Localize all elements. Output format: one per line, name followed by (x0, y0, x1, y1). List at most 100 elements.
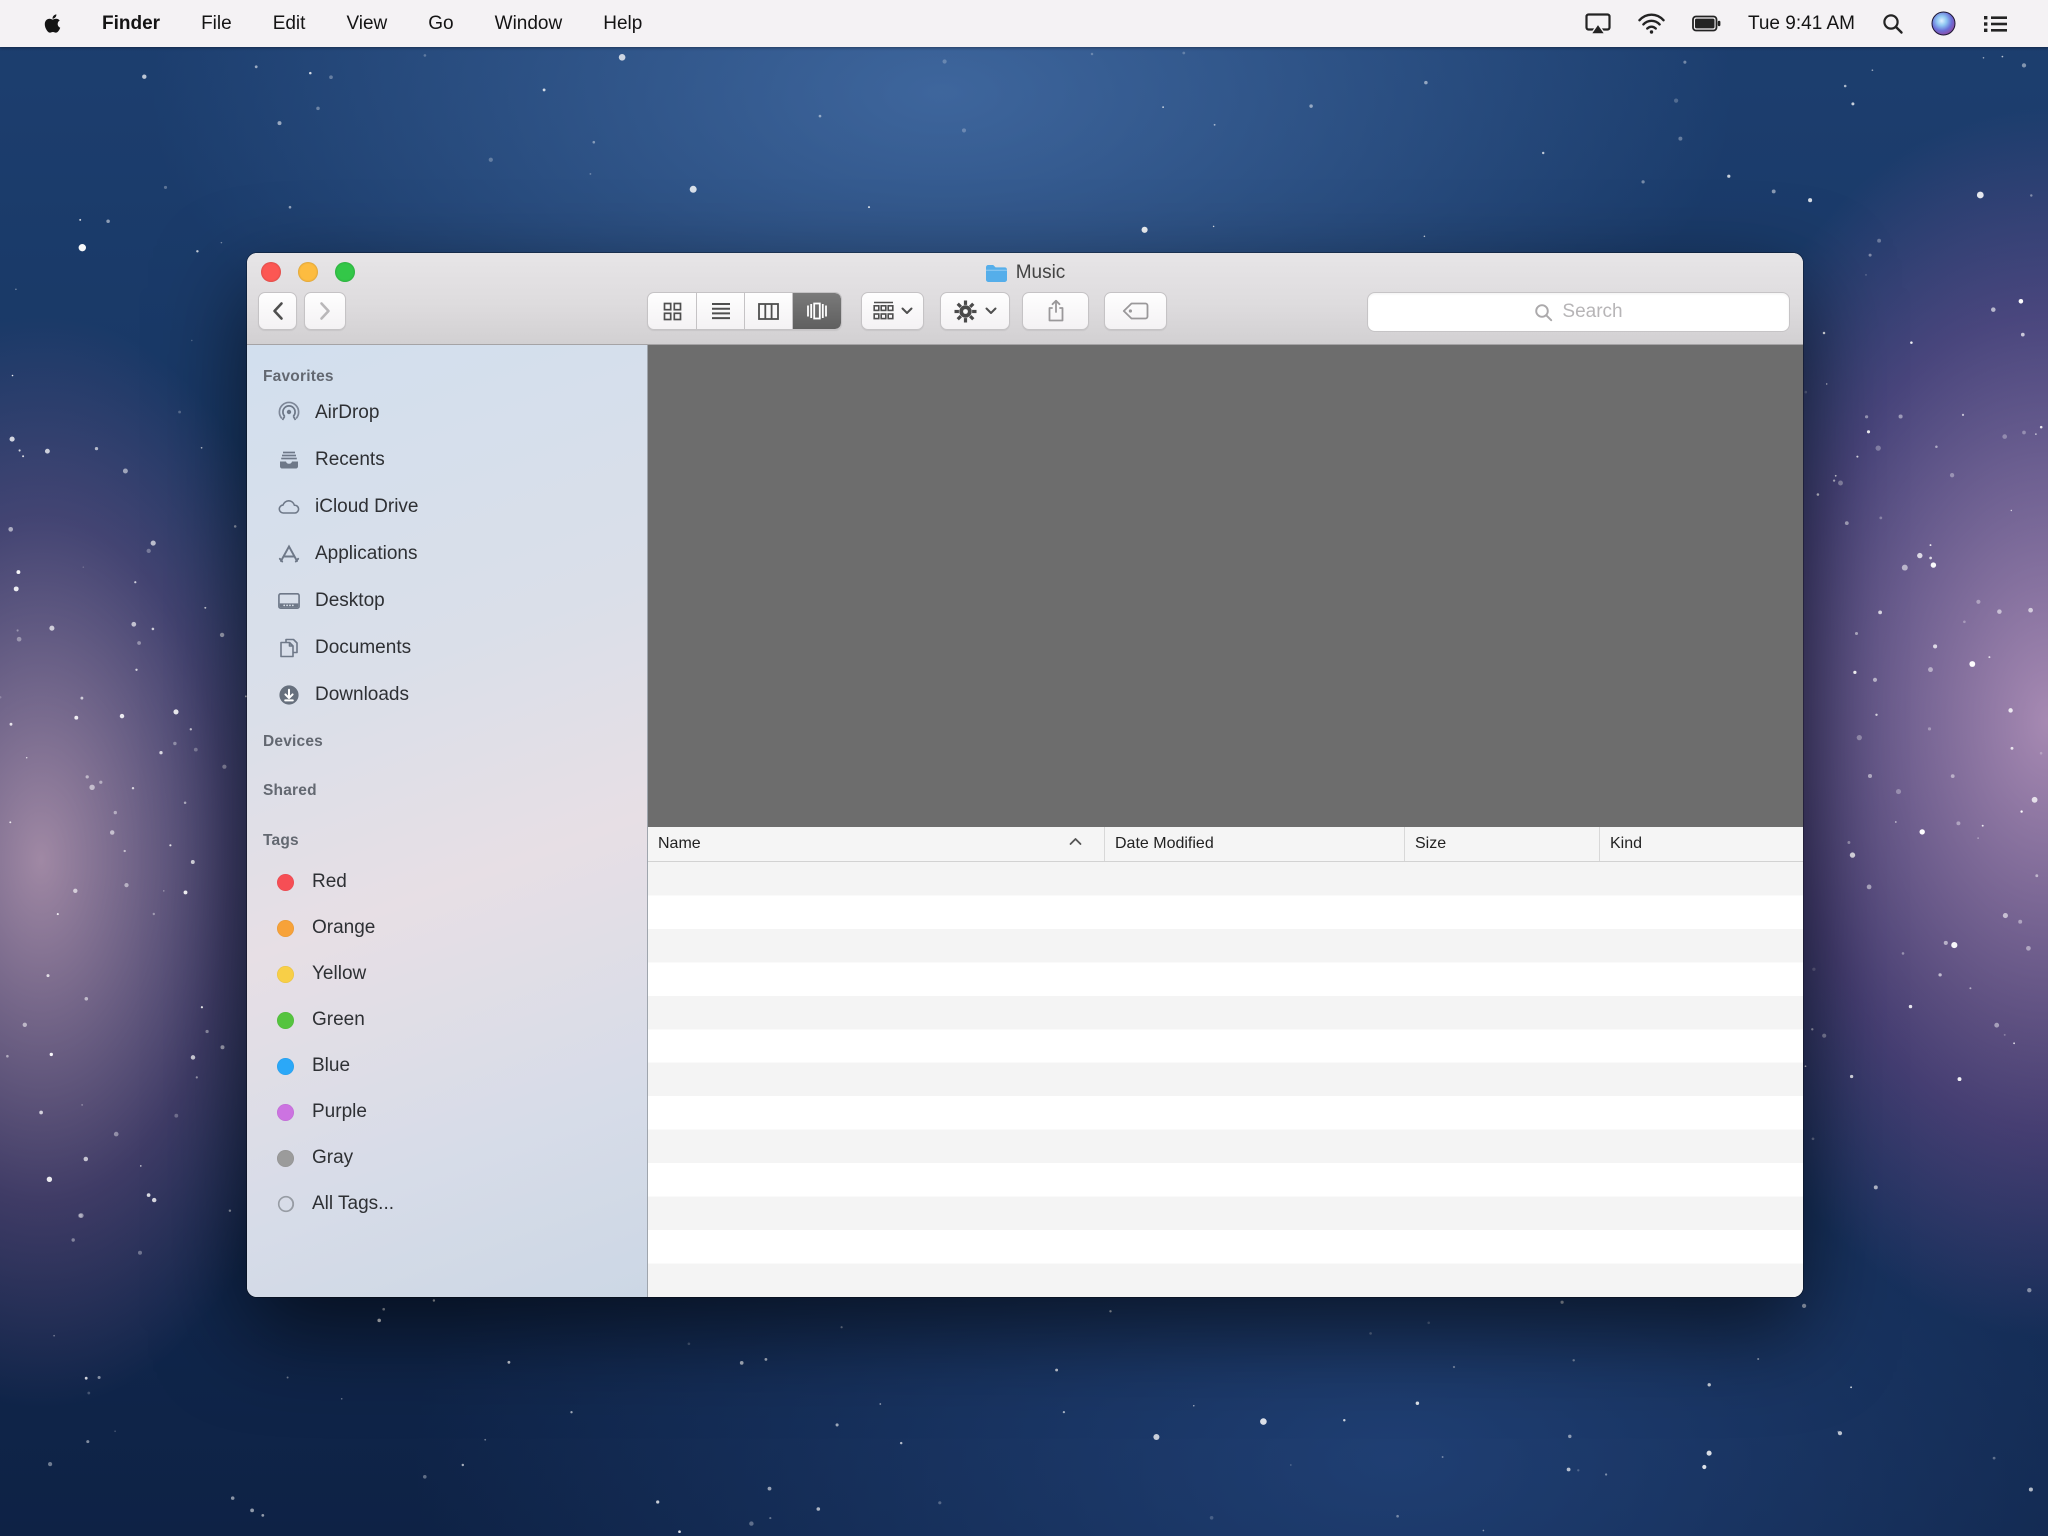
search-placeholder: Search (1562, 301, 1622, 323)
finder-window: Music (247, 253, 1803, 1297)
content-area: Name Date Modified Size Kind (648, 345, 1803, 1297)
tag-label: Blue (312, 1055, 350, 1077)
group-by-button[interactable] (861, 292, 924, 330)
window-title-area: Music (247, 260, 1803, 286)
chevron-down-icon (985, 307, 997, 315)
sidebar-item-label: Desktop (315, 590, 385, 612)
tag-label: Gray (312, 1147, 353, 1169)
column-label: Date Modified (1115, 835, 1214, 853)
menu-app-name[interactable]: Finder (102, 13, 160, 35)
spotlight-icon[interactable] (1882, 13, 1904, 35)
sidebar-item-icloud-drive[interactable]: iCloud Drive (247, 483, 647, 530)
menu-window[interactable]: Window (495, 13, 563, 35)
sort-ascending-icon (1069, 837, 1082, 846)
menu-bar-status: Tue 9:41 AM (1585, 11, 2048, 36)
sidebar-item-applications[interactable]: Applications (247, 530, 647, 577)
tag-orange[interactable]: Orange (247, 905, 647, 951)
sidebar-section-tags: Tags (263, 829, 647, 853)
column-label: Kind (1610, 835, 1642, 853)
tag-purple[interactable]: Purple (247, 1089, 647, 1135)
action-gear-button[interactable] (940, 292, 1010, 330)
airdrop-icon (277, 401, 301, 425)
airplay-icon[interactable] (1585, 13, 1611, 35)
cover-flow-pane[interactable] (648, 345, 1803, 827)
tag-label: Purple (312, 1101, 367, 1123)
column-header-size[interactable]: Size (1404, 827, 1599, 861)
all-tags-item[interactable]: All Tags... (247, 1181, 647, 1227)
tag-label: Red (312, 871, 347, 893)
gear-icon (954, 300, 977, 323)
recents-icon (277, 448, 301, 472)
folder-icon (985, 264, 1008, 283)
menu-bar-clock[interactable]: Tue 9:41 AM (1748, 13, 1855, 35)
sidebar-item-label: Downloads (315, 684, 409, 706)
desktop-icon (277, 589, 301, 613)
menu-view[interactable]: View (346, 13, 387, 35)
tag-label: Orange (312, 917, 375, 939)
sidebar-item-documents[interactable]: Documents (247, 624, 647, 671)
window-title: Music (1016, 262, 1066, 284)
tag-color-dot (277, 966, 294, 983)
column-header-kind[interactable]: Kind (1599, 827, 1803, 861)
column-header-date-modified[interactable]: Date Modified (1104, 827, 1404, 861)
menu-file[interactable]: File (201, 13, 232, 35)
column-label: Size (1415, 835, 1446, 853)
documents-icon (277, 636, 301, 660)
sidebar-item-desktop[interactable]: Desktop (247, 577, 647, 624)
column-view-button[interactable] (744, 293, 792, 329)
share-button[interactable] (1022, 292, 1089, 330)
list-view-button[interactable] (696, 293, 744, 329)
search-icon (1534, 303, 1553, 322)
sidebar-item-label: Documents (315, 637, 411, 659)
cover-flow-view-button[interactable] (792, 293, 841, 329)
view-mode-control (647, 292, 842, 330)
column-headers: Name Date Modified Size Kind (648, 827, 1803, 862)
applications-icon (277, 542, 301, 566)
menu-edit[interactable]: Edit (273, 13, 306, 35)
battery-icon[interactable] (1692, 14, 1721, 33)
column-label: Name (658, 835, 701, 853)
tag-color-dot (277, 1058, 294, 1075)
sidebar-item-label: Recents (315, 449, 385, 471)
tag-gray[interactable]: Gray (247, 1135, 647, 1181)
notification-center-icon[interactable] (1983, 13, 2008, 35)
tag-color-dot (277, 874, 294, 891)
sidebar-section-shared: Shared (263, 779, 647, 803)
sidebar-item-label: AirDrop (315, 402, 379, 424)
tag-color-dot (277, 1012, 294, 1029)
tag-yellow[interactable]: Yellow (247, 951, 647, 997)
column-header-name[interactable]: Name (648, 827, 1104, 861)
tag-icon (1122, 302, 1149, 320)
menu-help[interactable]: Help (603, 13, 642, 35)
downloads-icon (277, 683, 301, 707)
siri-icon[interactable] (1931, 11, 1956, 36)
sidebar-item-label: Applications (315, 543, 417, 565)
file-list-empty[interactable] (648, 862, 1803, 1297)
share-icon (1046, 299, 1066, 323)
tag-label: Green (312, 1009, 365, 1031)
sidebar-item-downloads[interactable]: Downloads (247, 671, 647, 718)
chevron-down-icon (901, 307, 913, 315)
forward-button[interactable] (304, 292, 346, 330)
all-tags-icon (277, 1195, 301, 1213)
back-button[interactable] (258, 292, 297, 330)
tags-list: Red Orange Yellow Green Blue Purple (247, 859, 647, 1227)
sidebar-item-label: iCloud Drive (315, 496, 418, 518)
menu-go[interactable]: Go (428, 13, 453, 35)
search-input[interactable]: Search (1367, 292, 1790, 332)
wifi-icon[interactable] (1638, 13, 1665, 34)
tag-button[interactable] (1104, 292, 1167, 330)
apple-menu-icon[interactable] (44, 13, 61, 34)
window-chrome: Music (247, 253, 1803, 345)
icon-view-button[interactable] (648, 293, 696, 329)
icloud-icon (277, 495, 301, 519)
sidebar-item-airdrop[interactable]: AirDrop (247, 389, 647, 436)
sidebar-item-recents[interactable]: Recents (247, 436, 647, 483)
tag-red[interactable]: Red (247, 859, 647, 905)
tag-green[interactable]: Green (247, 997, 647, 1043)
sidebar-section-favorites: Favorites (263, 365, 647, 389)
tag-label: Yellow (312, 963, 366, 985)
sidebar: Favorites AirDrop Recents iCloud Drive A… (247, 345, 648, 1297)
tag-blue[interactable]: Blue (247, 1043, 647, 1089)
menu-bar-left: Finder File Edit View Go Window Help (0, 13, 642, 35)
